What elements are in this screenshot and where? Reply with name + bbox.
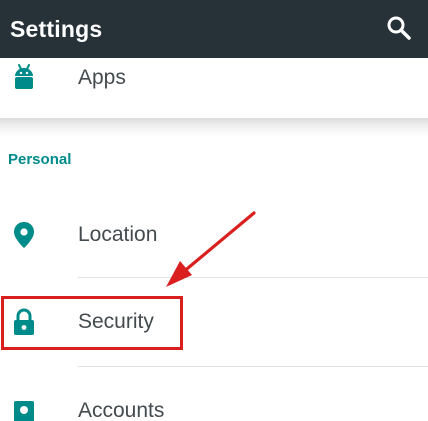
location-pin-icon: [14, 222, 34, 248]
app-bar: Settings: [0, 0, 428, 58]
page-title: Settings: [10, 15, 103, 42]
account-icon: [14, 401, 34, 421]
section-header-personal: Personal: [8, 151, 72, 168]
settings-item-label: Location: [78, 223, 158, 246]
highlight-box: [1, 296, 183, 350]
settings-item-apps[interactable]: Apps: [0, 58, 428, 118]
search-icon[interactable]: [384, 13, 414, 43]
settings-item-accounts[interactable]: Accounts: [0, 367, 428, 421]
settings-item-label: Apps: [78, 66, 126, 89]
section-divider: [0, 118, 428, 136]
annotation-arrow-icon: [166, 211, 256, 287]
settings-item-label: Accounts: [78, 399, 165, 421]
android-icon: [15, 64, 33, 89]
settings-screen: Settings Apps Personal Location Security…: [0, 0, 428, 421]
